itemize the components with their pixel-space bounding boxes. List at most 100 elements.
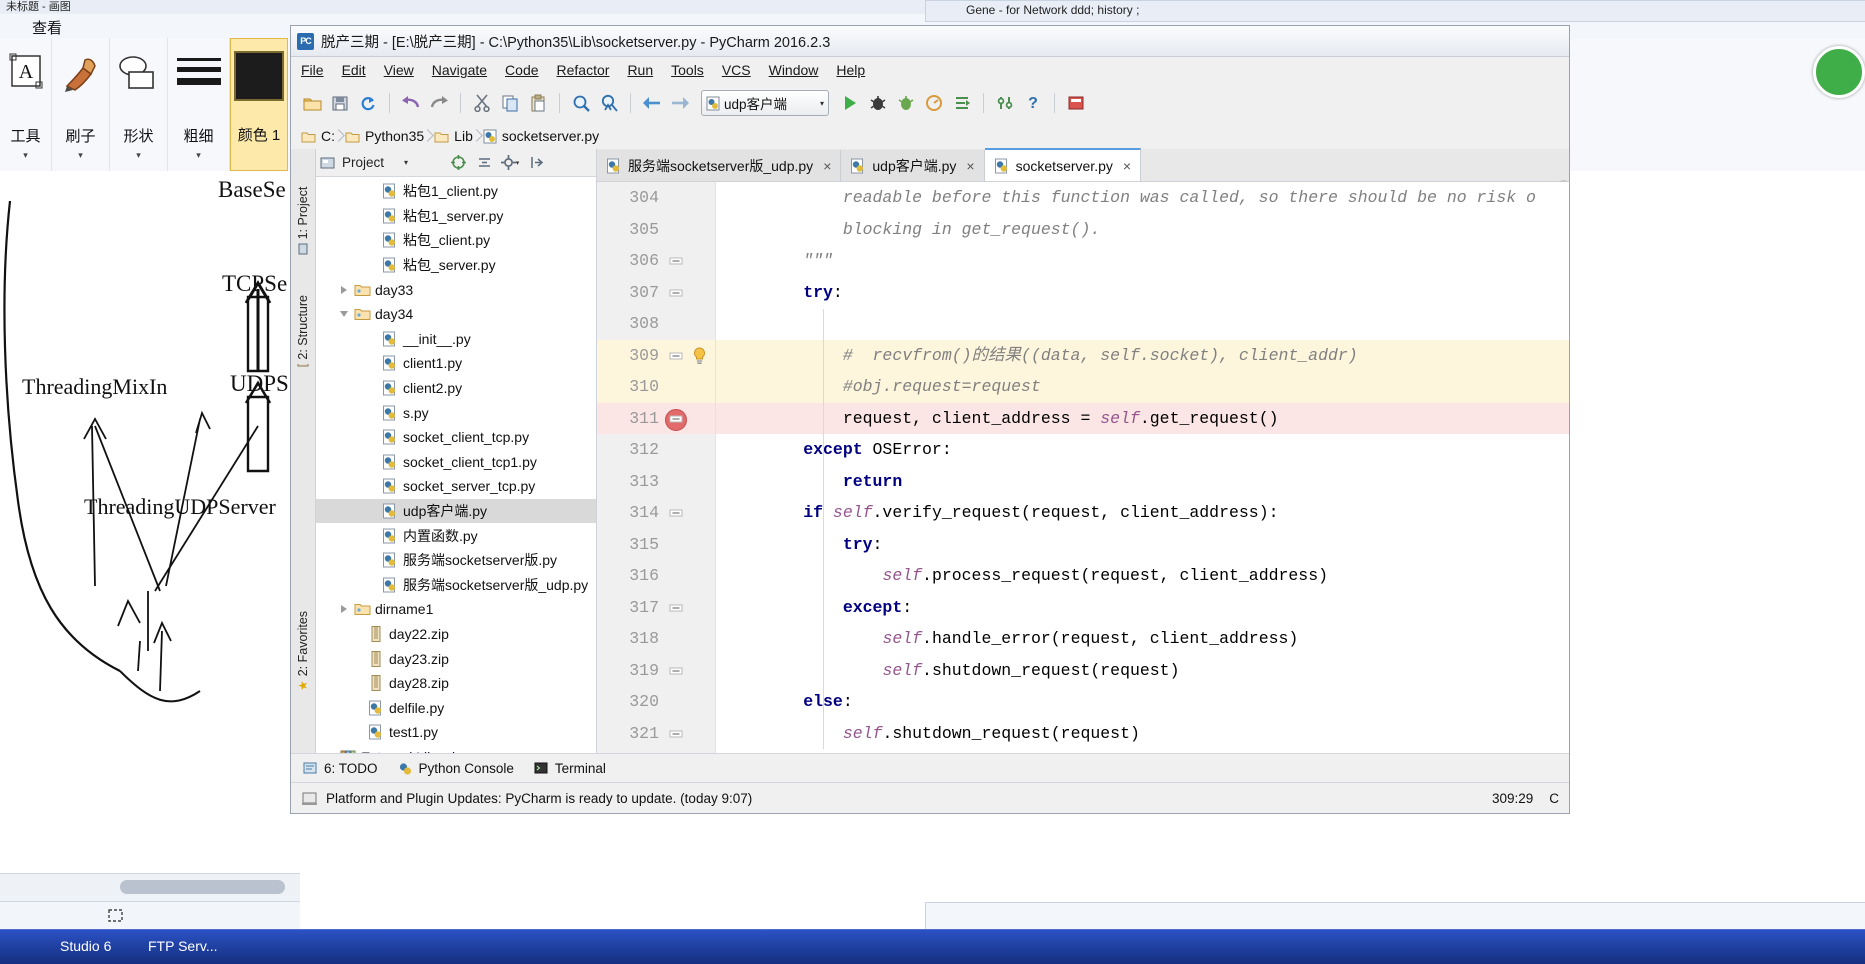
- find-icon[interactable]: [568, 90, 594, 116]
- gutter-line[interactable]: 311: [597, 402, 715, 434]
- bottom-tab-todo[interactable]: 6: TODO: [303, 761, 378, 776]
- code-line[interactable]: except OSError:: [716, 434, 1569, 466]
- code-line[interactable]: self.shutdown_request(request): [716, 718, 1569, 750]
- tree-item[interactable]: socket_client_tcp.py: [316, 425, 596, 450]
- fold-marker-icon[interactable]: [669, 254, 683, 268]
- gutter-line[interactable]: 312: [597, 434, 715, 466]
- menu-code[interactable]: Code: [505, 62, 538, 78]
- paste-icon[interactable]: [525, 90, 551, 116]
- code-line[interactable]: self.process_request(request, client_add…: [716, 560, 1569, 592]
- sidebar-item-structure[interactable]: 2: Structure: [291, 295, 315, 367]
- tree-item[interactable]: socket_server_tcp.py: [316, 474, 596, 499]
- tree-item[interactable]: day28.zip: [316, 671, 596, 696]
- editor-tab[interactable]: udp客户端.py ×: [841, 150, 985, 181]
- fold-marker-icon[interactable]: [669, 412, 683, 426]
- collapse-icon[interactable]: [474, 153, 494, 173]
- settings-icon[interactable]: [992, 90, 1018, 116]
- menu-refactor[interactable]: Refactor: [557, 62, 610, 78]
- hide-icon[interactable]: [526, 153, 546, 173]
- line-separator[interactable]: C: [1549, 791, 1559, 806]
- editor-main[interactable]: 304 305 306 307 308 309 310 311 312 313 314 315 316 3…: [597, 182, 1569, 753]
- notification-icon[interactable]: [301, 790, 318, 807]
- replace-icon[interactable]: [596, 90, 622, 116]
- run-configuration-selector[interactable]: udp客户端 ▾: [701, 90, 829, 116]
- breadcrumb-item-c[interactable]: C:: [301, 128, 345, 144]
- chevron-right-icon[interactable]: [336, 285, 352, 294]
- fold-marker-icon[interactable]: [669, 727, 683, 741]
- coverage-icon[interactable]: [893, 90, 919, 116]
- forward-icon[interactable]: [667, 90, 693, 116]
- bottom-tab-python-console[interactable]: Python Console: [398, 761, 514, 776]
- tree-item[interactable]: 粘包_server.py: [316, 253, 596, 278]
- code-line[interactable]: else:: [716, 686, 1569, 718]
- tree-item[interactable]: test1.py: [316, 720, 596, 745]
- ribbon-group-thickness[interactable]: 粗细 ▾: [168, 38, 230, 171]
- ribbon-group-color[interactable]: 颜色 1: [230, 38, 288, 171]
- gear-icon[interactable]: ▾: [500, 153, 520, 173]
- menu-help[interactable]: Help: [836, 62, 865, 78]
- fold-marker-icon[interactable]: [669, 349, 683, 363]
- menu-tools[interactable]: Tools: [671, 62, 704, 78]
- tree-item[interactable]: client1.py: [316, 351, 596, 376]
- rerun-icon[interactable]: [949, 90, 975, 116]
- ribbon-caret-shapes[interactable]: ▾: [110, 150, 167, 161]
- bottom-tab-terminal[interactable]: Terminal: [534, 761, 606, 776]
- code-line[interactable]: return: [716, 466, 1569, 498]
- code-line[interactable]: self.shutdown_request(request): [716, 655, 1569, 687]
- gutter-line[interactable]: 315: [597, 529, 715, 561]
- sidebar-item-project[interactable]: 1: Project: [291, 185, 315, 257]
- fold-marker-icon[interactable]: [669, 601, 683, 615]
- taskbar-item-ftpserv[interactable]: FTP Serv...: [148, 938, 218, 954]
- profile-icon[interactable]: [921, 90, 947, 116]
- close-icon[interactable]: ×: [823, 158, 831, 174]
- fold-marker-icon[interactable]: [669, 506, 683, 520]
- cut-icon[interactable]: [469, 90, 495, 116]
- menu-vcs[interactable]: VCS: [722, 62, 751, 78]
- gutter-line[interactable]: 309: [597, 339, 715, 371]
- editor-gutter[interactable]: 304 305 306 307 308 309 310 311 312 313 314 315 316 3…: [597, 182, 716, 753]
- redo-icon[interactable]: [426, 90, 452, 116]
- menu-edit[interactable]: Edit: [342, 62, 366, 78]
- gutter-line[interactable]: 308: [597, 308, 715, 340]
- gutter-line[interactable]: 305: [597, 214, 715, 246]
- gutter-line[interactable]: 316: [597, 560, 715, 592]
- intention-bulb-icon[interactable]: [692, 346, 707, 365]
- tree-item[interactable]: day34: [316, 302, 596, 327]
- gutter-line[interactable]: 310: [597, 371, 715, 403]
- save-all-icon[interactable]: [327, 90, 353, 116]
- code-line[interactable]: blocking in get_request().: [716, 214, 1569, 246]
- gutter-line[interactable]: 320: [597, 686, 715, 718]
- tree-item[interactable]: udp客户端.py: [316, 498, 596, 524]
- ribbon-group-shapes[interactable]: 形状 ▾: [110, 38, 168, 171]
- back-icon[interactable]: [639, 90, 665, 116]
- breadcrumb-item-lib[interactable]: Lib: [434, 128, 483, 144]
- menu-view[interactable]: View: [384, 62, 414, 78]
- color-swatch-icon[interactable]: [234, 51, 284, 101]
- tree-item[interactable]: 服务端socketserver版_udp.py: [316, 573, 596, 598]
- paint-horizontal-scrollbar[interactable]: [0, 873, 300, 902]
- undo-icon[interactable]: [398, 90, 424, 116]
- tree-item[interactable]: __init__.py: [316, 327, 596, 352]
- project-structure-icon[interactable]: [1063, 90, 1089, 116]
- tree-item[interactable]: s.py: [316, 400, 596, 425]
- editor-tab[interactable]: socketserver.py ×: [984, 148, 1142, 181]
- tree-item[interactable]: socket_client_tcp1.py: [316, 450, 596, 475]
- ribbon-caret-tools[interactable]: ▾: [0, 150, 51, 161]
- menu-window[interactable]: Window: [769, 62, 819, 78]
- tree-item[interactable]: day23.zip: [316, 646, 596, 671]
- ribbon-group-brush[interactable]: 刷子 ▾: [52, 38, 110, 171]
- code-line[interactable]: """: [716, 245, 1569, 277]
- tree-item[interactable]: day33: [316, 277, 596, 302]
- menu-file[interactable]: File: [301, 62, 324, 78]
- code-line[interactable]: try:: [716, 529, 1569, 561]
- code-line[interactable]: if self.verify_request(request, client_a…: [716, 497, 1569, 529]
- gutter-line[interactable]: 313: [597, 466, 715, 498]
- gutter-line[interactable]: 306: [597, 245, 715, 277]
- gutter-line[interactable]: 321: [597, 718, 715, 750]
- tree-item[interactable]: 粘包1_client.py: [316, 179, 596, 204]
- sidebar-item-favorites[interactable]: ★ 2: Favorites: [291, 611, 315, 691]
- tree-item[interactable]: 粘包1_server.py: [316, 204, 596, 229]
- tree-item[interactable]: dirname1: [316, 597, 596, 622]
- debug-icon[interactable]: [865, 90, 891, 116]
- chevron-right-icon[interactable]: [336, 605, 352, 614]
